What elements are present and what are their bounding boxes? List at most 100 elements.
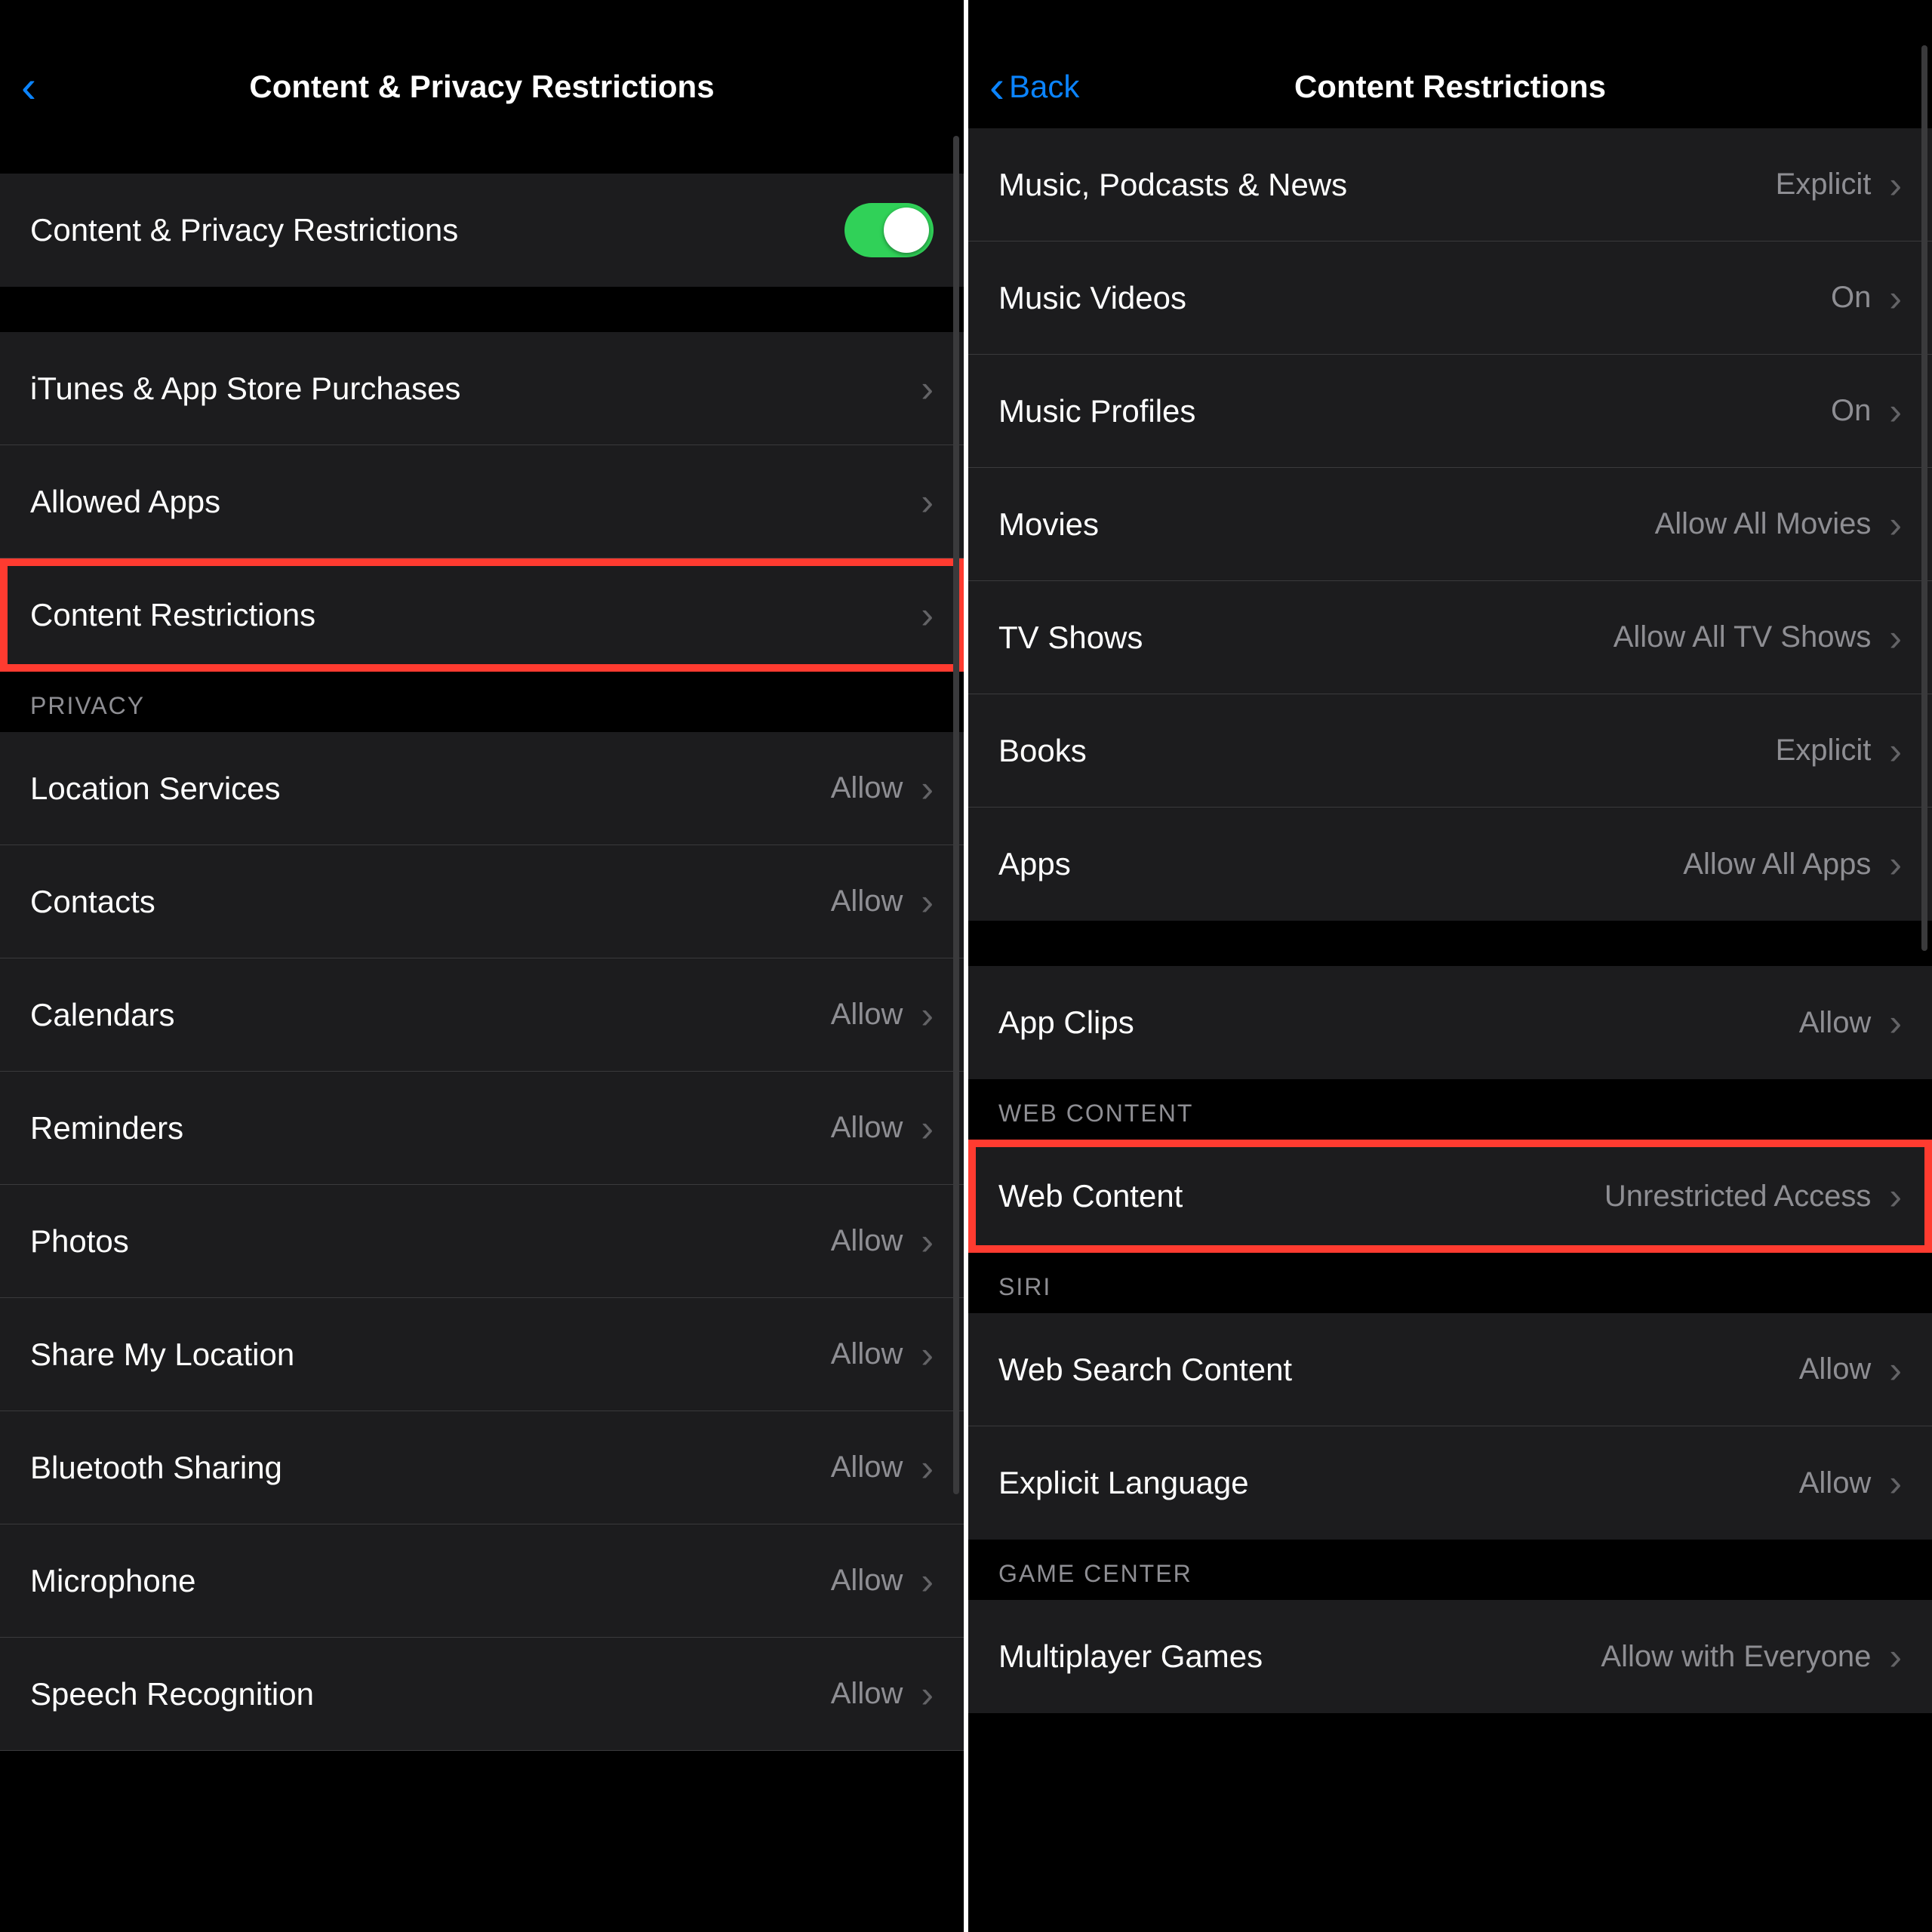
row-app-clips[interactable]: App Clips Allow ›	[968, 966, 1932, 1079]
chevron-right-icon: ›	[1889, 732, 1902, 770]
list-row[interactable]: Bluetooth SharingAllow›	[0, 1411, 964, 1524]
chevron-right-icon: ›	[1889, 279, 1902, 317]
list-row[interactable]: Allowed Apps›	[0, 445, 964, 558]
toggle-on-icon[interactable]	[844, 203, 934, 257]
list-row[interactable]: iTunes & App Store Purchases ›	[0, 332, 964, 445]
list-row[interactable]: Music ProfilesOn›	[968, 355, 1932, 468]
list-row[interactable]: Music VideosOn›	[968, 242, 1932, 355]
scrollbar-indicator	[953, 136, 959, 1494]
status-bar	[968, 0, 1932, 45]
list-row[interactable]: Apps Allow All Apps ›	[968, 808, 1932, 921]
chevron-right-icon: ›	[1889, 166, 1902, 204]
chevron-right-icon: ›	[921, 1336, 934, 1374]
row-value: On	[1831, 394, 1871, 428]
list-row[interactable]: Reminders Allow ›	[0, 1072, 964, 1185]
chevron-right-icon: ›	[1889, 1177, 1902, 1215]
section-header-siri: SIRI	[968, 1253, 1932, 1313]
row-label: Content Restrictions	[30, 597, 315, 633]
row-label: iTunes & App Store Purchases	[30, 371, 460, 407]
row-label: Explicit Language	[998, 1465, 1249, 1501]
chevron-right-icon: ›	[921, 1449, 934, 1487]
section-header-web: WEB CONTENT	[968, 1079, 1932, 1140]
chevron-right-icon: ›	[1889, 1351, 1902, 1389]
row-label: Contacts	[30, 884, 155, 920]
row-value: Allow with Everyone	[1601, 1640, 1871, 1674]
row-value: Explicit	[1776, 734, 1872, 768]
row-label: Movies	[998, 506, 1099, 543]
back-button[interactable]: ‹	[21, 45, 41, 128]
chevron-right-icon: ›	[921, 596, 934, 634]
list-row[interactable]: Music, Podcasts & News Explicit ›	[968, 128, 1932, 242]
row-label: Music, Podcasts & News	[998, 167, 1347, 203]
row-value: Allow	[831, 998, 903, 1032]
row-label: Web Search Content	[998, 1352, 1292, 1388]
status-bar	[0, 0, 964, 45]
chevron-right-icon: ›	[1889, 1638, 1902, 1675]
row-value: On	[1831, 281, 1871, 315]
list-row[interactable]: Photos Allow ›	[0, 1185, 964, 1298]
list-row[interactable]: Share My LocationAllow›	[0, 1298, 964, 1411]
row-value: Allow All Movies	[1655, 507, 1872, 541]
list-row[interactable]: Contacts Allow ›	[0, 845, 964, 958]
left-screenshot: ‹ Content & Privacy Restrictions Content…	[0, 0, 964, 1932]
chevron-left-icon: ‹	[21, 64, 36, 109]
chevron-right-icon: ›	[1889, 845, 1902, 883]
row-value: Unrestricted Access	[1604, 1180, 1871, 1214]
list-row[interactable]: Web ContentUnrestricted Access›	[968, 1140, 1932, 1253]
row-value: Allow	[831, 1224, 903, 1258]
list-row[interactable]: Microphone Allow ›	[0, 1524, 964, 1638]
page-title: Content Restrictions	[1294, 69, 1606, 105]
list-row[interactable]: Movies Allow All Movies ›	[968, 468, 1932, 581]
row-value: Allow	[1799, 1352, 1872, 1386]
row-value: Allow	[831, 1564, 903, 1598]
master-toggle-row[interactable]: Content & Privacy Restrictions	[0, 174, 964, 287]
list-row[interactable]: TV ShowsAllow All TV Shows›	[968, 581, 1932, 694]
row-label: Reminders	[30, 1110, 183, 1146]
row-value: Explicit	[1776, 168, 1872, 202]
chevron-right-icon: ›	[921, 996, 934, 1034]
row-label: Apps	[998, 846, 1071, 882]
row-label: Photos	[30, 1223, 129, 1260]
back-button[interactable]: ‹ Back	[989, 45, 1079, 128]
list-row[interactable]: Explicit Language Allow ›	[968, 1426, 1932, 1540]
row-label: Calendars	[30, 997, 174, 1033]
settings-list-left: Content & Privacy Restrictions iTunes & …	[0, 128, 964, 1751]
list-row[interactable]: Web Search Content Allow ›	[968, 1313, 1932, 1426]
list-row[interactable]: Speech RecognitionAllow›	[0, 1638, 964, 1751]
list-row[interactable]: Location ServicesAllow›	[0, 732, 964, 845]
row-label: Microphone	[30, 1563, 195, 1599]
row-value: Allow All Apps	[1683, 848, 1871, 881]
list-row[interactable]: Content Restrictions ›	[0, 558, 964, 672]
row-label: Multiplayer Games	[998, 1638, 1263, 1675]
chevron-right-icon: ›	[921, 1675, 934, 1713]
master-toggle-label: Content & Privacy Restrictions	[30, 212, 458, 248]
row-label: Books	[998, 733, 1087, 769]
settings-list-right: Music, Podcasts & NewsExplicit›Music Vid…	[968, 128, 1932, 1713]
list-row[interactable]: Calendars Allow ›	[0, 958, 964, 1072]
row-value: Allow	[1799, 1466, 1872, 1500]
section-header-gamecenter: GAME CENTER	[968, 1540, 1932, 1600]
chevron-right-icon: ›	[1889, 506, 1902, 543]
chevron-right-icon: ›	[921, 370, 934, 408]
row-value: Allow	[831, 771, 903, 805]
chevron-right-icon: ›	[1889, 1464, 1902, 1502]
row-value: Allow	[831, 1451, 903, 1484]
scrollbar-indicator	[1921, 45, 1927, 951]
chevron-right-icon: ›	[921, 883, 934, 921]
nav-bar-left: ‹ Content & Privacy Restrictions	[0, 45, 964, 128]
list-row[interactable]: Books Explicit ›	[968, 694, 1932, 808]
section-header-privacy: PRIVACY	[0, 672, 964, 732]
row-value: Allow	[1799, 1006, 1872, 1040]
row-label: Location Services	[30, 771, 281, 807]
chevron-right-icon: ›	[921, 483, 934, 521]
row-value: Allow	[831, 884, 903, 918]
chevron-right-icon: ›	[921, 1109, 934, 1147]
nav-bar-right: ‹ Back Content Restrictions	[968, 45, 1932, 128]
row-value: Allow	[831, 1111, 903, 1145]
chevron-right-icon: ›	[921, 1562, 934, 1600]
list-row[interactable]: Multiplayer Games Allow with Everyone ›	[968, 1600, 1932, 1713]
chevron-right-icon: ›	[1889, 1004, 1902, 1041]
row-value: Allow All TV Shows	[1614, 620, 1872, 654]
chevron-right-icon: ›	[921, 1223, 934, 1260]
right-screenshot: ‹ Back Content Restrictions Music, Podca…	[968, 0, 1932, 1932]
